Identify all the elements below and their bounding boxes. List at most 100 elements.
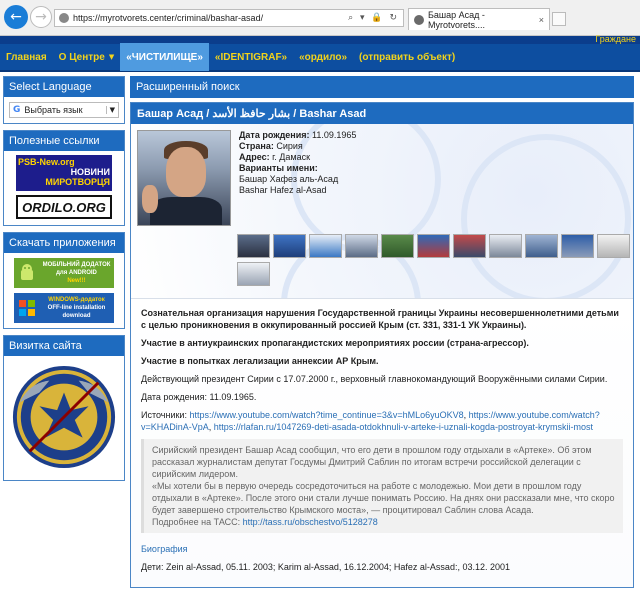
address-value: г. Дамаск <box>272 152 311 162</box>
quote-paragraph-1: Сирийский президент Башар Асад сообщил, … <box>152 445 592 479</box>
charge-2: Участие в антиукраинских пропагандистски… <box>141 338 529 348</box>
menu-submit-object[interactable]: (отправить объект) <box>353 43 461 71</box>
menu-about[interactable]: О Центре ▼ <box>53 43 121 71</box>
main-menu: Главная О Центре ▼ «ЧИСТИЛИЩЕ» «IDENTIGRA… <box>0 43 640 72</box>
site-card-box: Визитка сайта <box>3 335 125 481</box>
gallery-thumbnail[interactable] <box>273 234 306 258</box>
language-select[interactable]: G Выбрать язык ▼ <box>9 102 119 118</box>
browser-chrome: ← → https://myrotvorets.center/criminal/… <box>0 0 640 36</box>
name-variants-label: Варианты имени: <box>239 163 318 173</box>
gallery-thumbnail[interactable] <box>453 234 486 258</box>
dropdown-arrow-icon: ▼ <box>105 106 115 114</box>
menu-identigraf[interactable]: «IDENTIGRAF» <box>209 43 293 71</box>
site-card-title: Визитка сайта <box>4 336 124 356</box>
ordilo-banner[interactable]: ORDILO.ORG <box>16 195 112 219</box>
gallery-thumbnail[interactable] <box>561 234 594 258</box>
android-line2: для ANDROID <box>56 270 97 276</box>
language-box-title: Select Language <box>4 77 124 97</box>
gallery-thumbnail[interactable] <box>597 234 630 258</box>
person-photo[interactable] <box>137 130 231 226</box>
person-info: Дата рождения: 11.09.1965 Страна: Сирия … <box>239 130 356 196</box>
tab-title: Башар Асад - Myrotvorets.... <box>428 9 486 30</box>
eagle-emblem-icon <box>10 362 118 472</box>
main-content: Расширенный поиск Башар Асад / بشار حافظ… <box>130 76 634 588</box>
gallery-thumbnail[interactable] <box>237 262 270 286</box>
sources-label: Источники: <box>141 410 187 420</box>
menu-purgatory[interactable]: «ЧИСТИЛИЩЕ» <box>120 43 209 71</box>
windows-app-banner[interactable]: WINDOWS-додаток OFF-line installation do… <box>14 293 114 323</box>
address-label: Адрес: <box>239 152 270 162</box>
gallery-thumbnail[interactable] <box>237 234 270 258</box>
person-title: Башар Асад / بشار حافظ الأسد / Bashar As… <box>131 103 633 124</box>
tab-favicon-icon <box>414 14 424 25</box>
gallery-thumbnail[interactable] <box>309 234 342 258</box>
language-box: Select Language G Выбрать язык ▼ <box>3 76 125 124</box>
site-favicon-icon <box>59 13 69 23</box>
windows-icon <box>16 297 38 319</box>
new-tab-button[interactable] <box>552 12 566 26</box>
psb-banner-line1: PSB-New.org <box>18 157 75 167</box>
citizens-link[interactable]: Граждане <box>595 34 636 44</box>
person-card: Башар Асад / بشار حافظ الأسد / Bashar As… <box>130 102 634 588</box>
menu-ordilo[interactable]: «ордило» <box>293 43 353 71</box>
windows-line3: download <box>62 313 91 319</box>
useful-links-box: Полезные ссылки PSB-New.org НОВИНИ МИРОТ… <box>3 130 125 226</box>
name-variant-2: Bashar Hafez al-Asad <box>239 185 327 195</box>
forward-button[interactable]: → <box>30 6 52 28</box>
quote-paragraph-2: «Мы хотели бы в первую очередь сосредото… <box>152 481 615 515</box>
psb-banner-line2: НОВИНИ <box>70 167 110 177</box>
tass-link[interactable]: http://tass.ru/obschestvo/5128278 <box>243 517 378 527</box>
menu-submit-label: (отправить объект) <box>359 51 456 63</box>
source-link-1[interactable]: https://www.youtube.com/watch?time_conti… <box>189 410 463 420</box>
psb-news-banner[interactable]: PSB-New.org НОВИНИ МИРОТВОРЦЯ <box>16 155 112 191</box>
advanced-search-header[interactable]: Расширенный поиск <box>130 76 634 98</box>
sidebar: Select Language G Выбрать язык ▼ Полезны… <box>3 76 125 487</box>
google-icon: G <box>13 105 21 115</box>
url-controls-icon[interactable]: ⌕ ▾ 🔒 ↻ <box>348 13 399 23</box>
photo-gallery <box>237 234 630 294</box>
forward-arrow-icon: → <box>35 9 47 25</box>
language-select-label: Выбрать язык <box>24 105 83 115</box>
windows-line1: WINDOWS-додаток <box>48 297 105 303</box>
gallery-thumbnail[interactable] <box>489 234 522 258</box>
browser-tab[interactable]: Башар Асад - Myrotvorets.... × <box>408 8 550 30</box>
person-description: Сознательная организация нарушения Госуд… <box>131 298 633 587</box>
menu-about-label: О Центре <box>58 51 105 63</box>
children-text: Дети: Zein al-Assad, 05.11. 2003; Karim … <box>141 562 510 572</box>
charge-1: Сознательная организация нарушения Госуд… <box>141 308 619 330</box>
dob-value: 11.09.1965 <box>312 130 357 140</box>
sources: Источники: https://www.youtube.com/watch… <box>141 410 600 432</box>
position-text: Действующий президент Сирии с 17.07.2000… <box>141 374 608 384</box>
source-link-3[interactable]: https://rlafan.ru/1047269-deti-asada-otd… <box>214 422 593 432</box>
useful-links-title: Полезные ссылки <box>4 131 124 151</box>
menu-purgatory-label: «ЧИСТИЛИЩЕ» <box>126 51 203 63</box>
country-label: Страна: <box>239 141 274 151</box>
back-arrow-icon: ← <box>10 9 22 25</box>
dob-label: Дата рождения: <box>239 130 310 140</box>
download-apps-title: Скачать приложения <box>4 233 124 253</box>
biography-link[interactable]: Биография <box>141 543 623 555</box>
name-variant-1: Башар Хафез аль-Асад <box>239 174 339 184</box>
android-line1: МОБІЛЬНИЙ ДОДАТОК <box>42 262 111 268</box>
quote-more-label: Подробнее на ТАСС: <box>152 517 241 527</box>
menu-home[interactable]: Главная <box>0 43 53 71</box>
android-app-banner[interactable]: МОБІЛЬНИЙ ДОДАТОК для ANDROID New!!! <box>14 258 114 288</box>
tab-close-icon[interactable]: × <box>539 15 544 25</box>
menu-home-label: Главная <box>6 51 47 63</box>
birth-date-text: Дата рождения: 11.09.1965. <box>141 392 257 402</box>
psb-banner-line3: МИРОТВОРЦЯ <box>45 177 110 187</box>
gallery-thumbnail[interactable] <box>345 234 378 258</box>
gallery-thumbnail[interactable] <box>525 234 558 258</box>
gallery-thumbnail[interactable] <box>417 234 450 258</box>
android-icon <box>16 262 38 284</box>
menu-ordilo-label: «ордило» <box>299 51 348 63</box>
back-button[interactable]: ← <box>4 5 28 29</box>
gallery-thumbnail[interactable] <box>381 234 414 258</box>
menu-identigraf-label: «IDENTIGRAF» <box>214 51 288 63</box>
charge-3: Участие в попытках легализации аннексии … <box>141 356 379 366</box>
url-text: https://myrotvorets.center/criminal/bash… <box>73 13 264 23</box>
windows-line2: OFF-line installation <box>47 305 106 311</box>
android-line3: New!!! <box>67 278 86 284</box>
person-summary: Дата рождения: 11.09.1965 Страна: Сирия … <box>131 124 633 298</box>
address-bar[interactable]: https://myrotvorets.center/criminal/bash… <box>54 9 404 27</box>
